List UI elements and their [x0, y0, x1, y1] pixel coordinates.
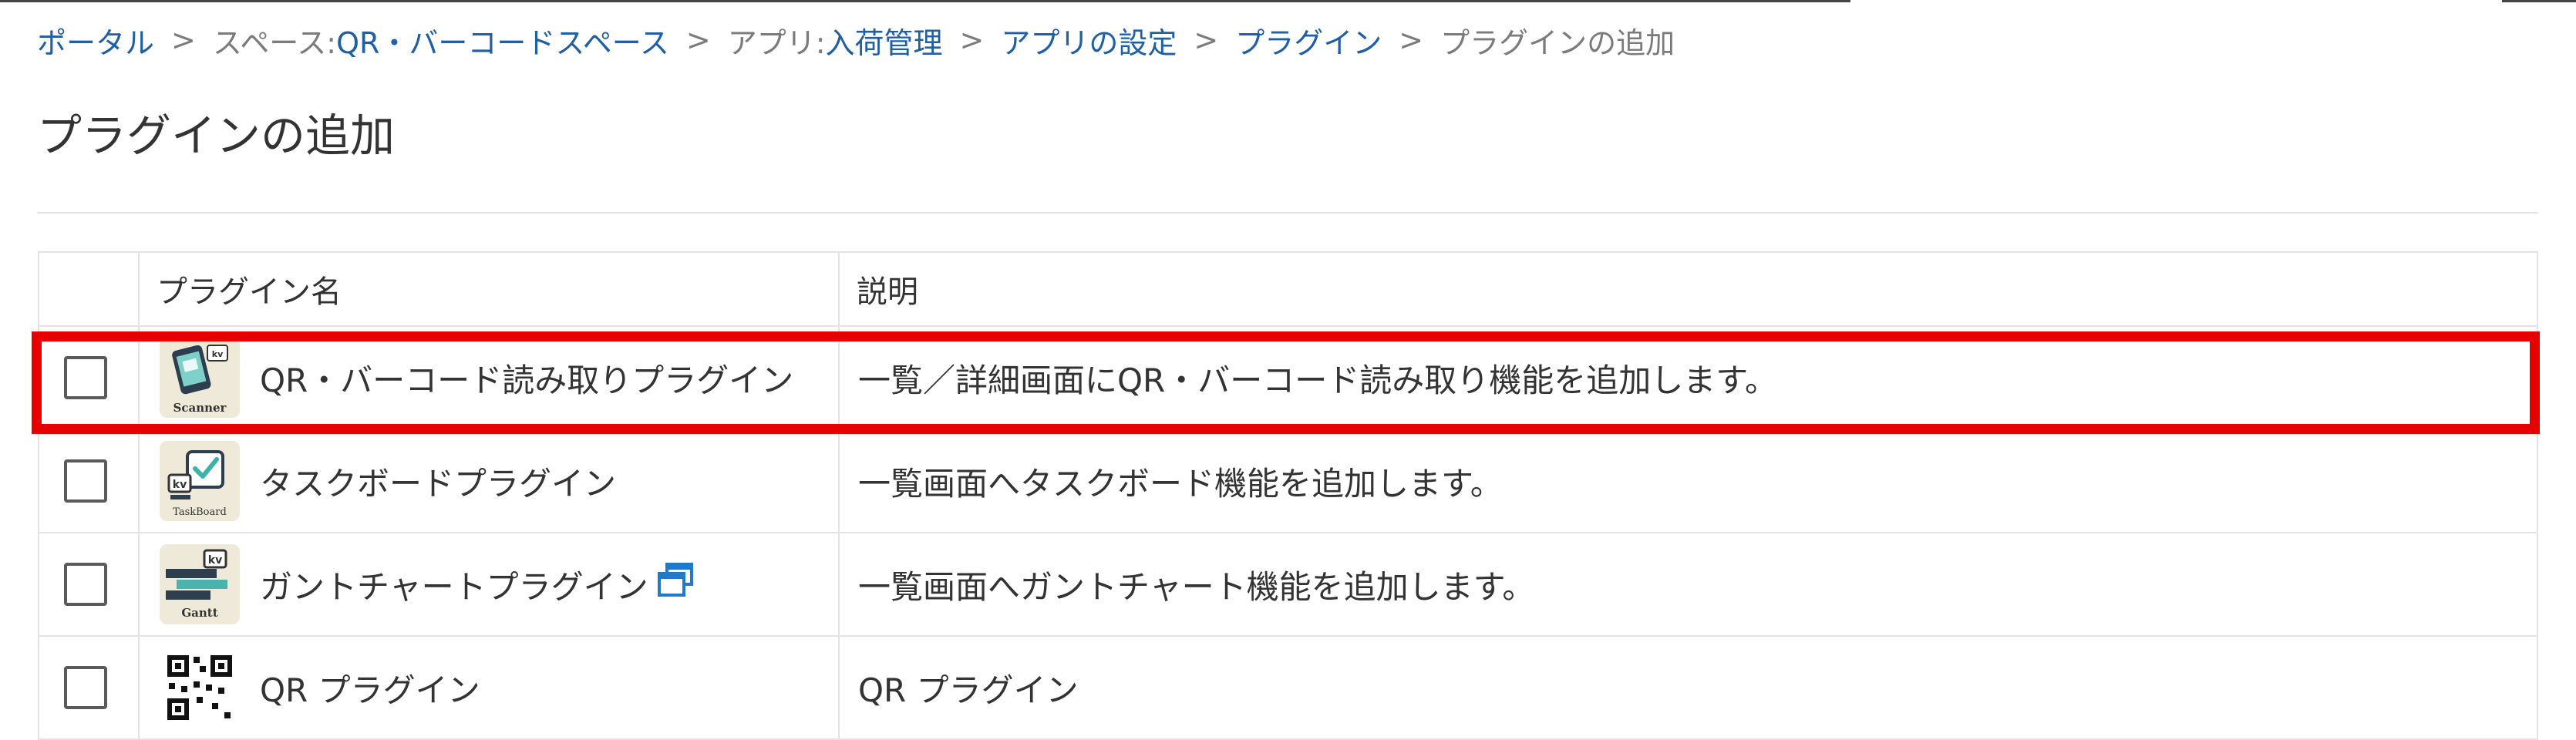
plugin-name-column-header: プラグイン名 — [138, 251, 840, 327]
gantt-icon-label: Gantt — [181, 606, 217, 620]
breadcrumb-portal-link[interactable]: ポータル — [37, 19, 154, 62]
table-row: kv TaskBoard タスクボードプラグイン 一覧画面へタスクボード機能を追… — [38, 429, 2538, 533]
external-link-icon[interactable] — [656, 563, 695, 606]
breadcrumb-app-settings-link[interactable]: アプリの設定 — [1001, 19, 1177, 62]
breadcrumb-app-link[interactable]: 入荷管理 — [826, 19, 943, 62]
checkbox-cell — [38, 532, 140, 637]
qr-code-icon — [160, 648, 240, 728]
breadcrumb-space-prefix: スペース: — [212, 25, 337, 60]
plugin-description: QR プラグイン — [858, 671, 1079, 709]
plugin-name-cell: kv TaskBoard タスクボードプラグイン — [138, 429, 840, 533]
plugin-name: QR プラグイン — [260, 671, 480, 709]
table-row: QR プラグイン QR プラグイン — [38, 635, 2538, 740]
breadcrumb-separator: > — [1194, 23, 1219, 57]
breadcrumb-current: プラグインの追加 — [1440, 25, 1675, 60]
page-title: プラグインの追加 — [37, 109, 396, 162]
kv-badge-text: kv — [173, 479, 187, 491]
scanner-icon-label: Scanner — [173, 401, 227, 415]
table-row: kv Scanner QR・バーコード読み取りプラグイン 一覧／詳細画面にQR・… — [38, 325, 2538, 430]
table-row: kv Gantt ガントチャートプラグイン 一覧画面へガントチャート機能を追加し… — [38, 532, 2538, 637]
plugin-name-cell: kv Gantt ガントチャートプラグイン — [138, 532, 840, 637]
breadcrumb-space-link[interactable]: QR・バーコードスペース — [336, 19, 669, 62]
checkbox-cell — [38, 429, 140, 533]
plugin-description: 一覧画面へガントチャート機能を追加します。 — [858, 567, 1535, 606]
plugin-name: ガントチャートプラグイン — [260, 567, 648, 606]
scanner-plugin-icon: kv Scanner — [160, 338, 240, 418]
taskboard-plugin-icon: kv TaskBoard — [160, 441, 240, 521]
plugin-description-cell: 一覧画面へガントチャート機能を追加します。 — [838, 532, 2538, 637]
plugin-name-cell: kv Scanner QR・バーコード読み取りプラグイン — [138, 325, 840, 430]
plugin-description: 一覧画面へタスクボード機能を追加します。 — [858, 464, 1503, 503]
breadcrumb: ポータル > スペース: QR・バーコードスペース > アプリ: 入荷管理 > … — [37, 17, 1675, 63]
plugin-select-checkbox[interactable] — [64, 666, 107, 709]
plugin-name-cell: QR プラグイン — [138, 635, 840, 740]
kv-badge-text: kv — [208, 554, 222, 567]
taskboard-icon-label: TaskBoard — [173, 506, 227, 518]
plugin-name: QR・バーコード読み取りプラグイン — [260, 361, 794, 399]
plugin-description-cell: 一覧画面へタスクボード機能を追加します。 — [838, 429, 2538, 533]
plugin-name: タスクボードプラグイン — [260, 464, 617, 503]
checkbox-cell — [38, 325, 140, 430]
breadcrumb-separator: > — [685, 23, 711, 57]
checkbox-column-header — [38, 251, 140, 327]
top-border-right — [2502, 0, 2576, 2]
plugin-select-checkbox[interactable] — [64, 356, 107, 399]
plugin-description: 一覧／詳細画面にQR・バーコード読み取り機能を追加します。 — [858, 361, 1778, 399]
plugin-select-checkbox[interactable] — [64, 563, 107, 606]
breadcrumb-separator: > — [171, 23, 196, 57]
description-column-header: 説明 — [838, 251, 2538, 327]
plugin-table: プラグイン名 説明 kv Scanner QR・バーコード読み取りプラグイン 一… — [38, 251, 2538, 740]
breadcrumb-separator: > — [959, 23, 985, 57]
top-border — [0, 0, 1850, 2]
breadcrumb-separator: > — [1399, 23, 1424, 57]
kv-badge-text: kv — [212, 349, 224, 359]
title-divider — [37, 212, 2538, 214]
table-header-row: プラグイン名 説明 — [38, 251, 2538, 327]
breadcrumb-plugins-link[interactable]: プラグイン — [1235, 19, 1382, 62]
gantt-plugin-icon: kv Gantt — [160, 544, 240, 624]
plugin-description-cell: QR プラグイン — [838, 635, 2538, 740]
checkbox-cell — [38, 635, 140, 740]
plugin-select-checkbox[interactable] — [64, 459, 107, 503]
breadcrumb-app-prefix: アプリ: — [727, 25, 826, 60]
plugin-description-cell: 一覧／詳細画面にQR・バーコード読み取り機能を追加します。 — [838, 325, 2538, 430]
